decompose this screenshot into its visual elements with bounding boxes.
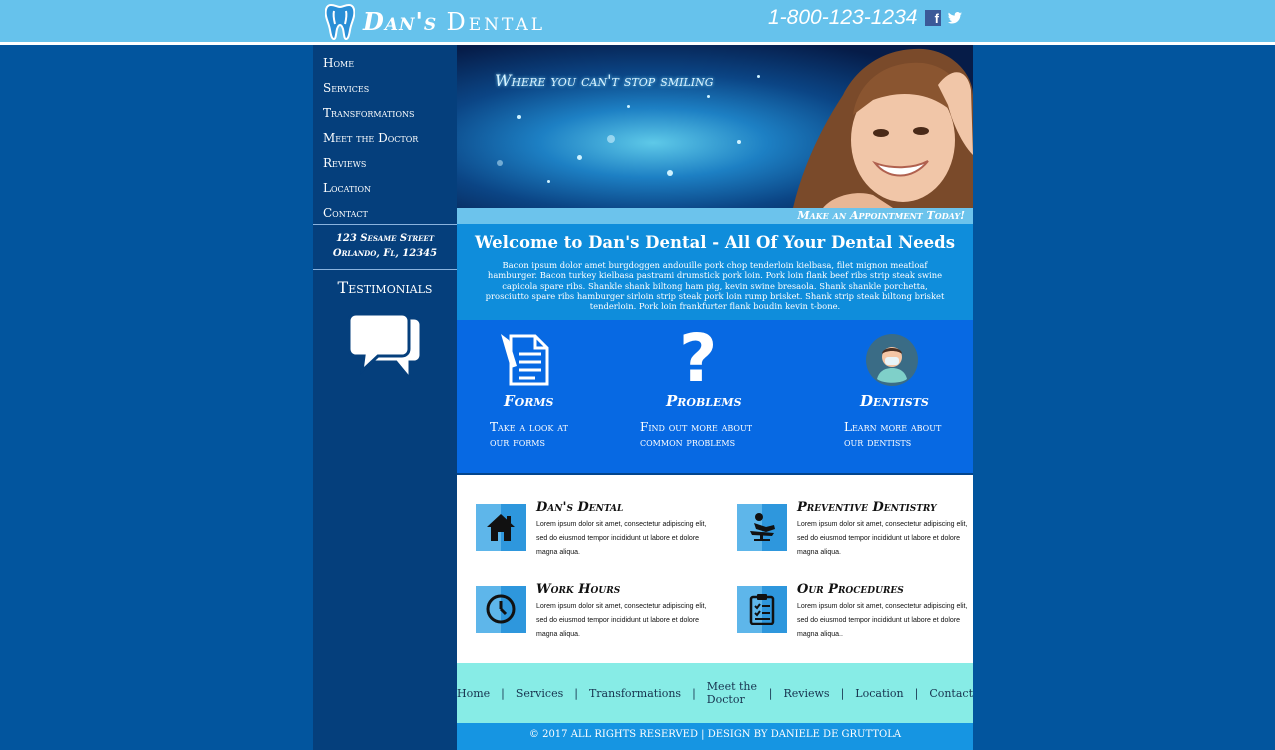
copyright-bar: © 2017 ALL RIGHTS RESERVED | DESIGN BY D…	[457, 723, 973, 750]
sidebar-item-reviews[interactable]: Reviews	[313, 151, 457, 176]
hero-banner: Where you can't stop smiling	[457, 45, 973, 208]
feature-title: Our Procedures	[797, 582, 904, 597]
logo-brand-second: Dental	[446, 7, 546, 36]
hero-sparkle	[497, 160, 503, 166]
facebook-icon[interactable]: f	[925, 10, 941, 26]
clipboard-checklist-icon	[749, 594, 775, 625]
feature-title: Preventive Dentistry	[797, 500, 937, 515]
logo-title: Dan's Dental	[363, 7, 545, 36]
address-city: Orlando, Fl, 12345	[332, 248, 438, 259]
footer-separator: |	[501, 686, 505, 700]
sidebar: Home Services Transformations Meet the D…	[313, 45, 457, 750]
twitter-icon[interactable]	[947, 10, 963, 26]
feature-title: Dan's Dental	[536, 500, 624, 515]
dental-chair-icon	[750, 513, 775, 541]
footer-separator: |	[692, 686, 696, 700]
house-icon	[487, 514, 515, 541]
footer-separator: |	[840, 686, 845, 700]
feature-body: Lorem ipsum dolor sit amet, consectetur …	[797, 521, 968, 556]
sidebar-nav: Home Services Transformations Meet the D…	[313, 45, 457, 226]
feature-icon-box	[737, 586, 787, 633]
site-logo[interactable]: Dan's Dental	[325, 2, 545, 40]
service-dentists[interactable]: Dentists Learn more about our dentists	[801, 320, 973, 470]
site-header: Dan's Dental 1-800-123-1234 f	[0, 0, 1275, 42]
service-problems[interactable]: ? Problems Find out more about common pr…	[629, 320, 801, 470]
feature-icon-box	[737, 504, 787, 551]
feature-icon-box	[476, 586, 526, 633]
welcome-title: Welcome to Dan's Dental - All Of Your De…	[475, 233, 955, 252]
feature-our-procedures[interactable]: Our Procedures Lorem ipsum dolor sit ame…	[737, 582, 977, 646]
address-block: 123 Sesame Street Orlando, Fl, 12345	[313, 224, 457, 270]
document-icon	[501, 334, 549, 386]
sidebar-item-contact[interactable]: Contact	[313, 201, 457, 226]
service-dentists-title: Dentists	[860, 392, 929, 410]
features-section: Dan's Dental Lorem ipsum dolor sit amet,…	[457, 475, 973, 663]
feature-work-hours[interactable]: Work Hours Lorem ipsum dolor sit amet, c…	[476, 582, 716, 646]
footer-link-meet-the-doctor[interactable]: Meet the Doctor	[707, 680, 758, 706]
feature-body: Lorem ipsum dolor sit amet, consectetur …	[536, 521, 707, 556]
hero-sparkle	[667, 170, 673, 176]
footer-separator: |	[768, 686, 773, 700]
hero-sparkle	[757, 75, 760, 78]
feature-body: Lorem ipsum dolor sit amet, consectetur …	[536, 603, 707, 638]
sidebar-item-home[interactable]: Home	[313, 51, 457, 76]
hero-sparkle	[737, 140, 741, 144]
hero-sparkle	[577, 155, 582, 160]
feature-body: Lorem ipsum dolor sit amet, consectetur …	[797, 603, 968, 638]
services-section: Forms Take a look at our forms ? Problem…	[457, 320, 973, 473]
hero-sparkle	[547, 180, 550, 183]
sidebar-item-location[interactable]: Location	[313, 176, 457, 201]
service-problems-desc: Find out more about common problems	[640, 420, 753, 449]
hero-sparkle	[627, 105, 630, 108]
footer-nav: Home | Services | Transformations | Meet…	[457, 663, 973, 723]
hero-tagline: Where you can't stop smiling	[495, 71, 714, 90]
feature-preventive-dentistry[interactable]: Preventive Dentistry Lorem ipsum dolor s…	[737, 500, 977, 564]
hero-sparkle	[707, 95, 710, 98]
make-appointment-link[interactable]: Make an Appointment Today!	[457, 208, 973, 224]
hero-sparkle	[517, 115, 521, 119]
phone-number[interactable]: 1-800-123-1234	[768, 6, 917, 30]
feature-title: Work Hours	[536, 582, 621, 597]
dentist-avatar-icon	[866, 334, 918, 386]
footer-separator: |	[914, 686, 919, 700]
clock-icon	[486, 594, 516, 624]
smiling-woman-image	[793, 48, 973, 208]
service-problems-title: Problems	[666, 392, 742, 410]
testimonials-heading[interactable]: Testimonials	[313, 278, 457, 297]
service-dentists-desc: Learn more about our dentists	[844, 420, 942, 449]
service-forms[interactable]: Forms Take a look at our forms	[457, 320, 629, 470]
logo-brand-first: Dan's	[363, 6, 438, 36]
welcome-body: Bacon ipsum dolor amet burgdoggen andoui…	[485, 260, 945, 312]
hero-sparkle	[607, 135, 615, 143]
footer-link-services[interactable]: Services	[516, 687, 563, 700]
footer-link-transformations[interactable]: Transformations	[589, 687, 681, 700]
feature-icon-box	[476, 504, 526, 551]
tooth-icon	[325, 3, 355, 40]
footer-separator: |	[574, 686, 578, 700]
footer-link-reviews[interactable]: Reviews	[783, 687, 829, 700]
footer-link-home[interactable]: Home	[457, 687, 490, 700]
speech-bubbles-icon[interactable]	[348, 313, 422, 385]
feature-dans-dental[interactable]: Dan's Dental Lorem ipsum dolor sit amet,…	[476, 500, 716, 564]
main-content: Where you can't stop smiling Make an App…	[457, 45, 973, 750]
service-forms-title: Forms	[504, 392, 554, 410]
sidebar-item-transformations[interactable]: Transformations	[313, 101, 457, 126]
address-street: 123 Sesame Street	[335, 233, 435, 244]
sidebar-item-services[interactable]: Services	[313, 76, 457, 101]
footer-link-contact[interactable]: Contact	[929, 687, 973, 700]
question-mark-icon: ?	[679, 320, 718, 397]
service-forms-desc: Take a look at our forms	[490, 420, 568, 449]
welcome-section: Welcome to Dan's Dental - All Of Your De…	[457, 224, 973, 320]
sidebar-item-meet-the-doctor[interactable]: Meet the Doctor	[313, 126, 457, 151]
footer-link-location[interactable]: Location	[855, 687, 903, 700]
